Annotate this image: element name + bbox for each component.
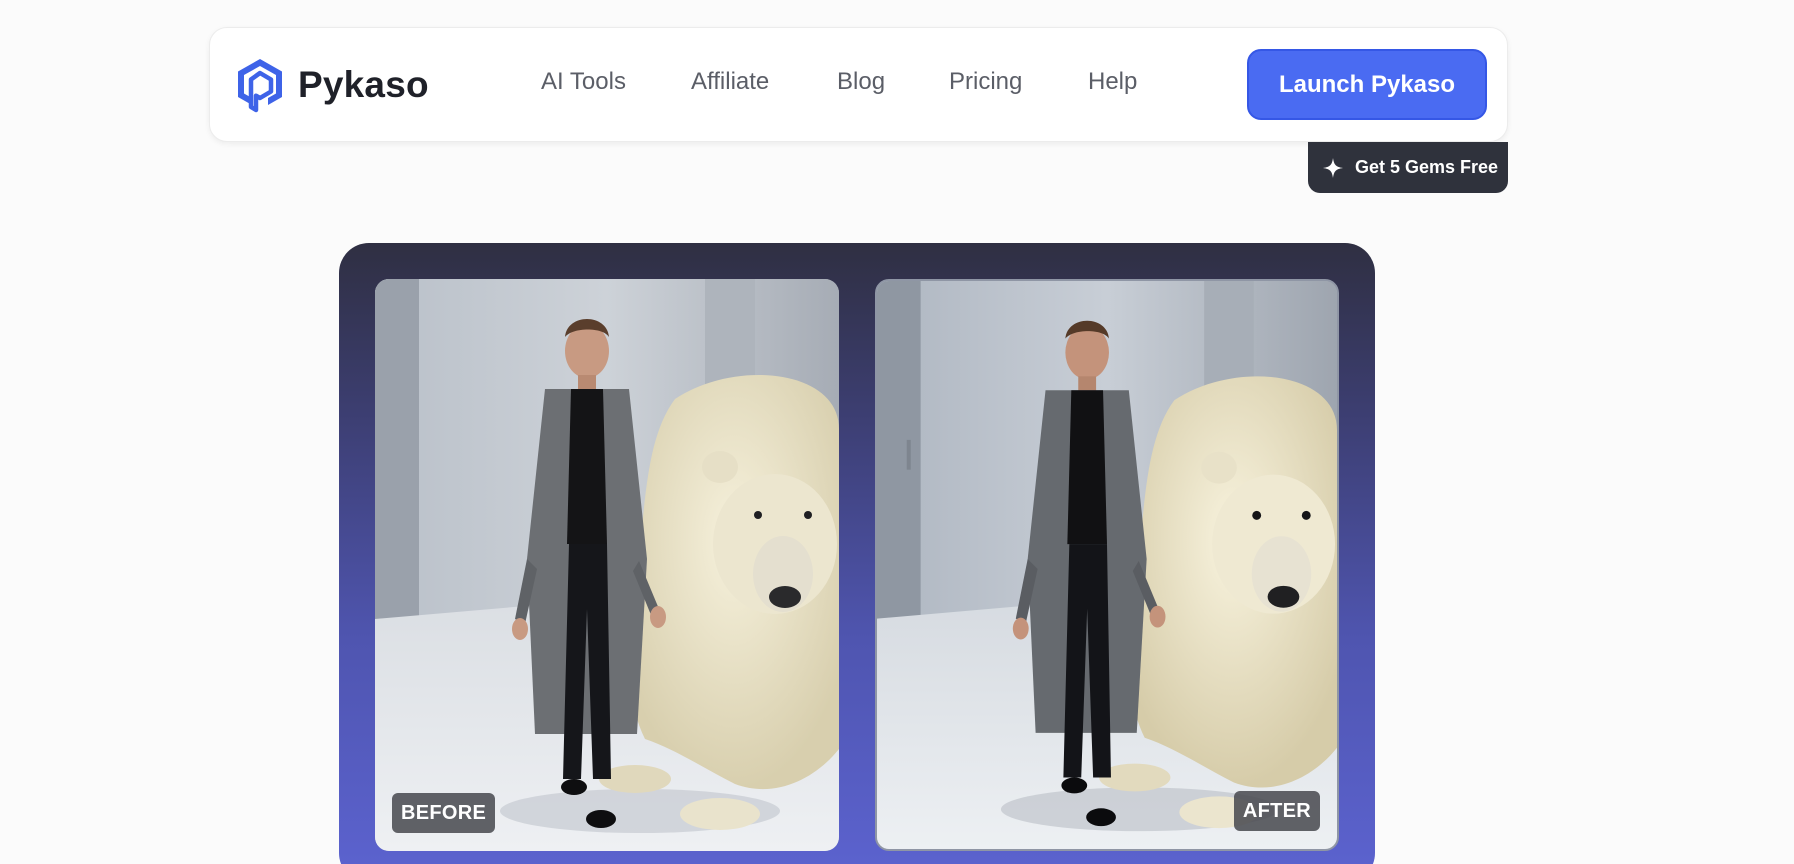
brand-logo[interactable]: Pykaso (234, 56, 429, 114)
nav-link-affiliate[interactable]: Affiliate (691, 68, 769, 96)
nav-link-ai-tools[interactable]: AI Tools (541, 68, 626, 96)
after-photo-scene (877, 281, 1337, 849)
before-photo-scene (375, 279, 839, 851)
launch-pykaso-button[interactable]: Launch Pykaso (1247, 49, 1487, 120)
before-after-showcase: BEFORE AFTER (339, 243, 1375, 864)
before-badge: BEFORE (392, 793, 496, 833)
nav-link-pricing[interactable]: Pricing (949, 68, 1022, 96)
nav-link-help[interactable]: Help (1088, 68, 1137, 96)
get-gems-free-button[interactable]: Get 5 Gems Free (1308, 142, 1508, 193)
after-image: AFTER (875, 279, 1339, 851)
before-image: BEFORE (375, 279, 839, 851)
nav-link-blog[interactable]: Blog (837, 68, 885, 96)
after-badge: AFTER (1233, 791, 1320, 831)
hexagon-p-logo-icon (238, 59, 282, 113)
sparkle-icon (1323, 157, 1343, 178)
page: Pykaso AI Tools Affiliate Blog Pricing H… (0, 0, 1794, 864)
top-navbar: Pykaso AI Tools Affiliate Blog Pricing H… (209, 27, 1508, 142)
brand-name: Pykaso (298, 64, 429, 105)
get-gems-free-label: Get 5 Gems Free (1355, 157, 1499, 177)
